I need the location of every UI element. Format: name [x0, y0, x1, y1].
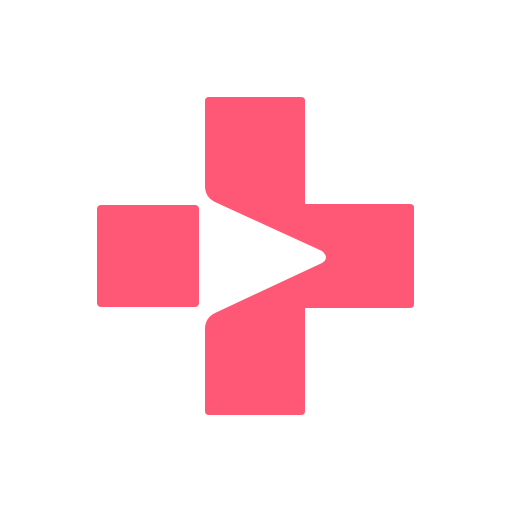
cross-body-with-play-notch [205, 97, 414, 415]
logo-canvas [0, 0, 512, 512]
medical-play-cross-icon [97, 97, 414, 415]
cross-left-square [97, 205, 199, 307]
